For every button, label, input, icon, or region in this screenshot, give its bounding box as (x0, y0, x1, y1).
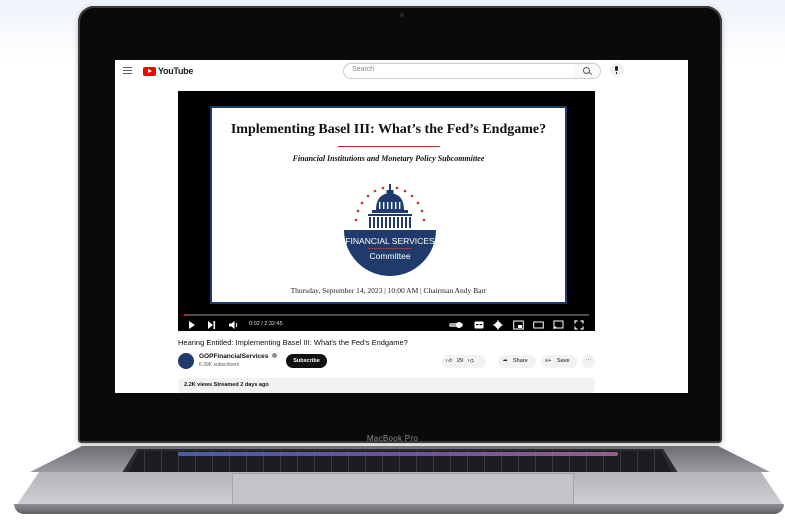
volume-icon[interactable] (228, 320, 239, 330)
seal-line-2: Committee (369, 251, 410, 261)
touch-bar (178, 452, 618, 456)
share-icon: ➦ (503, 358, 508, 364)
youtube-logo-text: YouTube (158, 66, 194, 76)
progress-fill (184, 314, 185, 316)
macbook-label: MacBook Pro (366, 434, 419, 443)
progress-bar[interactable] (184, 314, 589, 316)
more-icon: ⋯ (585, 358, 592, 364)
menu-icon[interactable] (123, 67, 132, 74)
more-actions-button[interactable]: ⋯ (582, 355, 595, 368)
search-input[interactable]: Search (343, 63, 575, 79)
fullscreen-icon[interactable] (574, 320, 584, 330)
view-count-and-date: 2.2K views Streamed 2 days ago (184, 382, 269, 388)
camera-icon (400, 13, 404, 17)
thumbs-up-icon[interactable]: 👍︎ (446, 355, 452, 368)
search-placeholder: Search (352, 66, 375, 73)
subscriber-count: 6.39K subscribers (199, 362, 240, 368)
verified-icon (272, 353, 278, 358)
seal-line-1: FINANCIAL SERVICES (345, 236, 435, 246)
settings-gear-icon[interactable] (493, 320, 503, 330)
search-icon (583, 67, 590, 74)
channel-name[interactable]: GOPFinancialServices (199, 353, 278, 360)
channel-name-text: GOPFinancialServices (199, 353, 269, 360)
video-slide: Implementing Basel III: What’s the Fed’s… (210, 106, 567, 304)
subscribe-button[interactable]: Subscribe (286, 354, 327, 368)
youtube-logo[interactable]: YouTube (143, 66, 193, 76)
slide-date-line: Thursday, September 14, 2023 | 10:00 AM … (290, 286, 487, 295)
voice-search-button[interactable] (610, 63, 624, 77)
theater-mode-icon[interactable] (533, 320, 544, 330)
description-box[interactable]: 2.2K views Streamed 2 days ago (178, 378, 595, 393)
financial-services-seal: FINANCIAL SERVICES Committee (344, 184, 436, 276)
channel-avatar[interactable] (178, 353, 194, 369)
microphone-icon (615, 66, 618, 74)
slide-title: Implementing Basel III: What’s the Fed’s… (230, 122, 547, 137)
laptop-base-edge (14, 504, 784, 514)
save-icon: ≡+ (545, 358, 552, 364)
slide-subtitle: Financial Institutions and Monetary Poli… (292, 154, 485, 163)
save-button[interactable]: ≡+ Save (541, 355, 577, 368)
share-label: Share (513, 358, 528, 364)
search-button[interactable] (574, 63, 601, 79)
like-count: 29 (457, 358, 464, 364)
cast-icon[interactable] (553, 320, 564, 330)
time-display: 0:02 / 2:32:45 (249, 321, 283, 327)
miniplayer-icon[interactable] (513, 320, 524, 330)
laptop-screen: YouTube Search Implementing Basel III: W… (115, 60, 688, 393)
captions-icon[interactable] (474, 320, 484, 330)
youtube-play-icon (143, 66, 156, 76)
autoplay-toggle-icon[interactable] (448, 320, 464, 330)
youtube-header: YouTube Search (115, 60, 688, 82)
save-label: Save (557, 358, 570, 364)
trackpad (232, 473, 574, 505)
like-dislike-group: 👍︎ 29 👎︎ (442, 355, 486, 368)
share-button[interactable]: ➦ Share (498, 355, 536, 368)
video-player[interactable]: Implementing Basel III: What’s the Fed’s… (178, 91, 595, 331)
thumbs-down-icon[interactable]: 👎︎ (468, 355, 474, 368)
next-icon[interactable] (207, 320, 216, 330)
slide-divider (338, 146, 440, 147)
video-title: Hearing Entitled: Implementing Basel III… (178, 338, 408, 347)
play-icon[interactable] (188, 320, 196, 330)
